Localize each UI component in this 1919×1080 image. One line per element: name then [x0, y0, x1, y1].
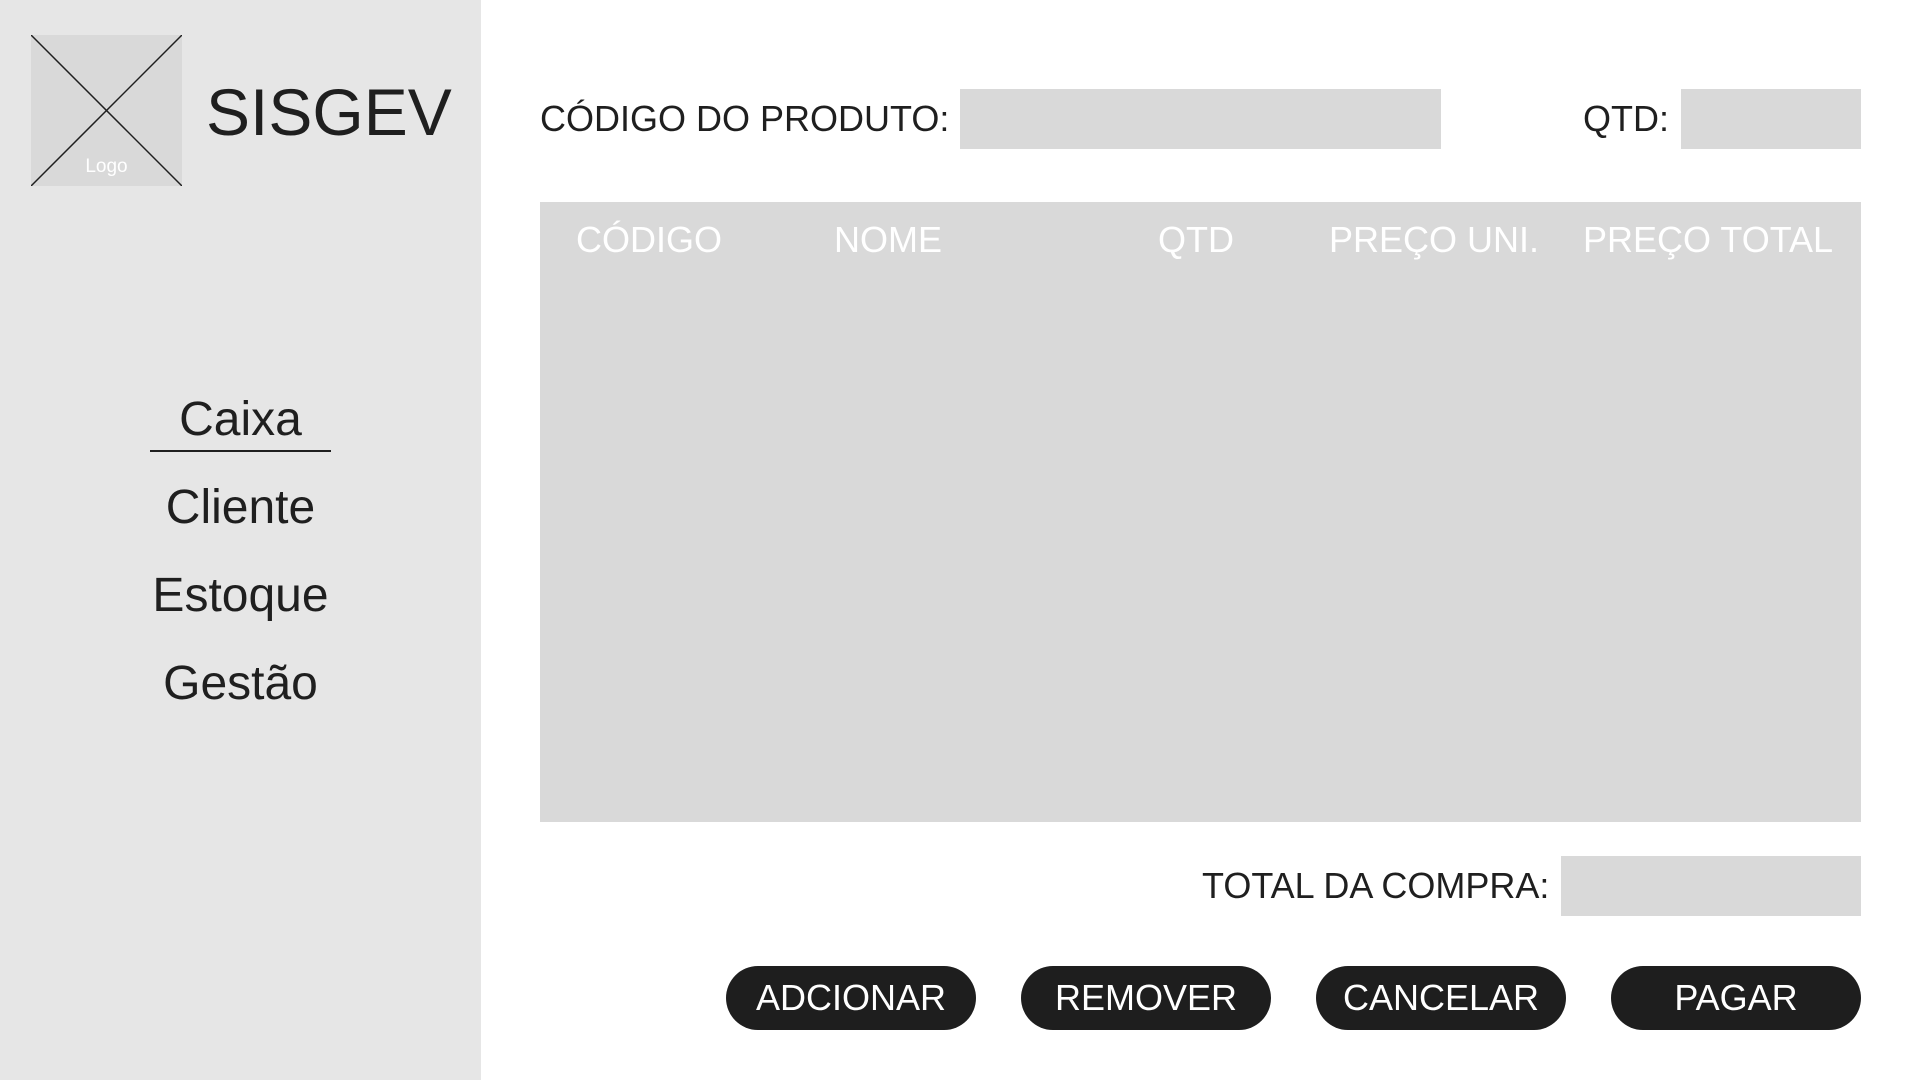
- sidebar: Logo SISGEV Caixa Cliente Estoque Gestão: [0, 0, 481, 1080]
- nav-item-estoque[interactable]: Estoque: [0, 566, 481, 626]
- total-field[interactable]: [1561, 856, 1861, 916]
- product-code-input[interactable]: [960, 89, 1441, 149]
- nav-item-caixa[interactable]: Caixa: [0, 390, 481, 452]
- product-code-label: CÓDIGO DO PRODUTO:: [540, 98, 950, 139]
- app-title: SISGEV: [206, 75, 452, 149]
- qty-label: QTD:: [1583, 98, 1669, 139]
- column-header-qtd: QTD: [1158, 219, 1234, 260]
- column-header-preco-uni: PREÇO UNI.: [1329, 219, 1540, 260]
- nav-item-label: Gestão: [163, 657, 318, 710]
- column-header-nome: NOME: [834, 219, 942, 260]
- nav-item-label: Caixa: [179, 393, 302, 446]
- cancel-button[interactable]: CANCELAR: [1316, 966, 1566, 1030]
- column-header-codigo: CÓDIGO: [576, 219, 723, 260]
- nav-item-cliente[interactable]: Cliente: [0, 478, 481, 538]
- logo-text: Logo: [85, 156, 128, 177]
- pay-button[interactable]: PAGAR: [1611, 966, 1861, 1030]
- items-table: CÓDIGO NOME QTD PREÇO UNI. PREÇO TOTAL: [540, 202, 1861, 822]
- nav-item-gestao[interactable]: Gestão: [0, 654, 481, 714]
- logo-placeholder: Logo: [31, 35, 182, 186]
- active-nav-underline: [150, 450, 331, 452]
- qty-input[interactable]: [1681, 89, 1861, 149]
- total-label: TOTAL DA COMPRA:: [1202, 865, 1550, 906]
- column-header-preco-total: PREÇO TOTAL: [1583, 219, 1834, 260]
- add-button[interactable]: ADCIONAR: [726, 966, 976, 1030]
- remove-button[interactable]: REMOVER: [1021, 966, 1271, 1030]
- nav-item-label: Cliente: [165, 481, 316, 534]
- nav-item-label: Estoque: [152, 569, 329, 622]
